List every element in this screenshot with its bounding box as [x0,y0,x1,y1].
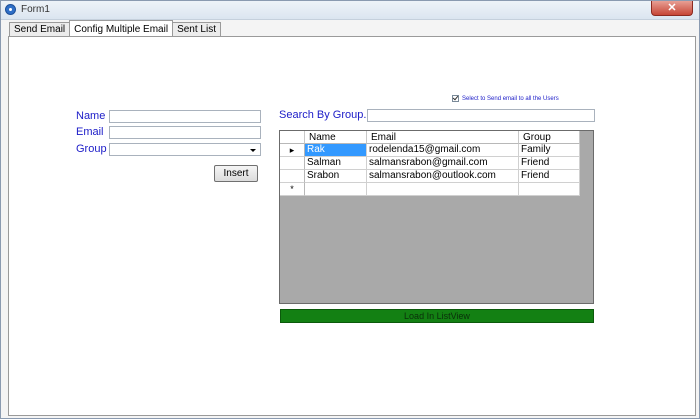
grid-cell-group[interactable]: Friend [519,170,580,183]
row-indicator[interactable]: ▸ [280,144,305,157]
tab-send-email[interactable]: Send Email [9,22,71,36]
group-select[interactable] [109,143,261,156]
email-input[interactable] [109,126,261,139]
name-input[interactable] [109,110,261,123]
search-by-group-label: Search By Group. [279,109,367,121]
load-in-listview-button[interactable]: Load In ListView [280,309,594,323]
send-all-label: Select to Send email to all the Users [462,95,559,102]
grid-new-cell-group[interactable] [519,183,580,196]
grid-new-cell-email[interactable] [367,183,519,196]
grid-cell-name[interactable]: Srabon [305,170,367,183]
title-bar[interactable]: Form1 ✕ [1,1,699,20]
app-icon [5,4,16,15]
tab-strip: Send Email Config Multiple Email Sent Li… [9,20,221,36]
grid-cell-email[interactable]: rodelenda15@gmail.com [367,144,519,157]
grid-cell-email[interactable]: salmansrabon@gmail.com [367,157,519,170]
column-header-group[interactable]: Group [519,131,580,144]
email-label: Email [76,126,104,138]
app-window: Form1 ✕ Send Email Config Multiple Email… [0,0,700,419]
tab-config-multiple-email[interactable]: Config Multiple Email [69,20,174,36]
search-input[interactable] [367,109,595,122]
window-title: Form1 [21,4,50,15]
grid-corner-header [280,131,305,144]
email-grid[interactable]: Name Email Group ▸ Rak rodelenda15@gmail… [279,130,594,304]
grid-cell-email[interactable]: salmansrabon@outlook.com [367,170,519,183]
column-header-name[interactable]: Name [305,131,367,144]
group-label: Group [76,143,107,155]
insert-button[interactable]: Insert [214,165,258,182]
config-panel: Name Email Group Insert Select to Send e… [8,36,696,416]
name-label: Name [76,110,106,122]
grid-cell-name[interactable]: Salman [305,157,367,170]
send-all-checkbox-row[interactable]: Select to Send email to all the Users [452,95,559,102]
grid-new-cell-name[interactable] [305,183,367,196]
tab-sent-list[interactable]: Sent List [172,22,221,36]
chevron-down-icon[interactable] [250,149,256,152]
row-indicator[interactable] [280,157,305,170]
row-indicator[interactable] [280,170,305,183]
grid-cell-name[interactable]: Rak [305,144,367,157]
new-row-indicator[interactable]: * [280,183,305,196]
send-all-checkbox[interactable] [452,95,459,102]
grid-cell-group[interactable]: Family [519,144,580,157]
close-button[interactable]: ✕ [651,1,693,16]
grid-cell-group[interactable]: Friend [519,157,580,170]
column-header-email[interactable]: Email [367,131,519,144]
